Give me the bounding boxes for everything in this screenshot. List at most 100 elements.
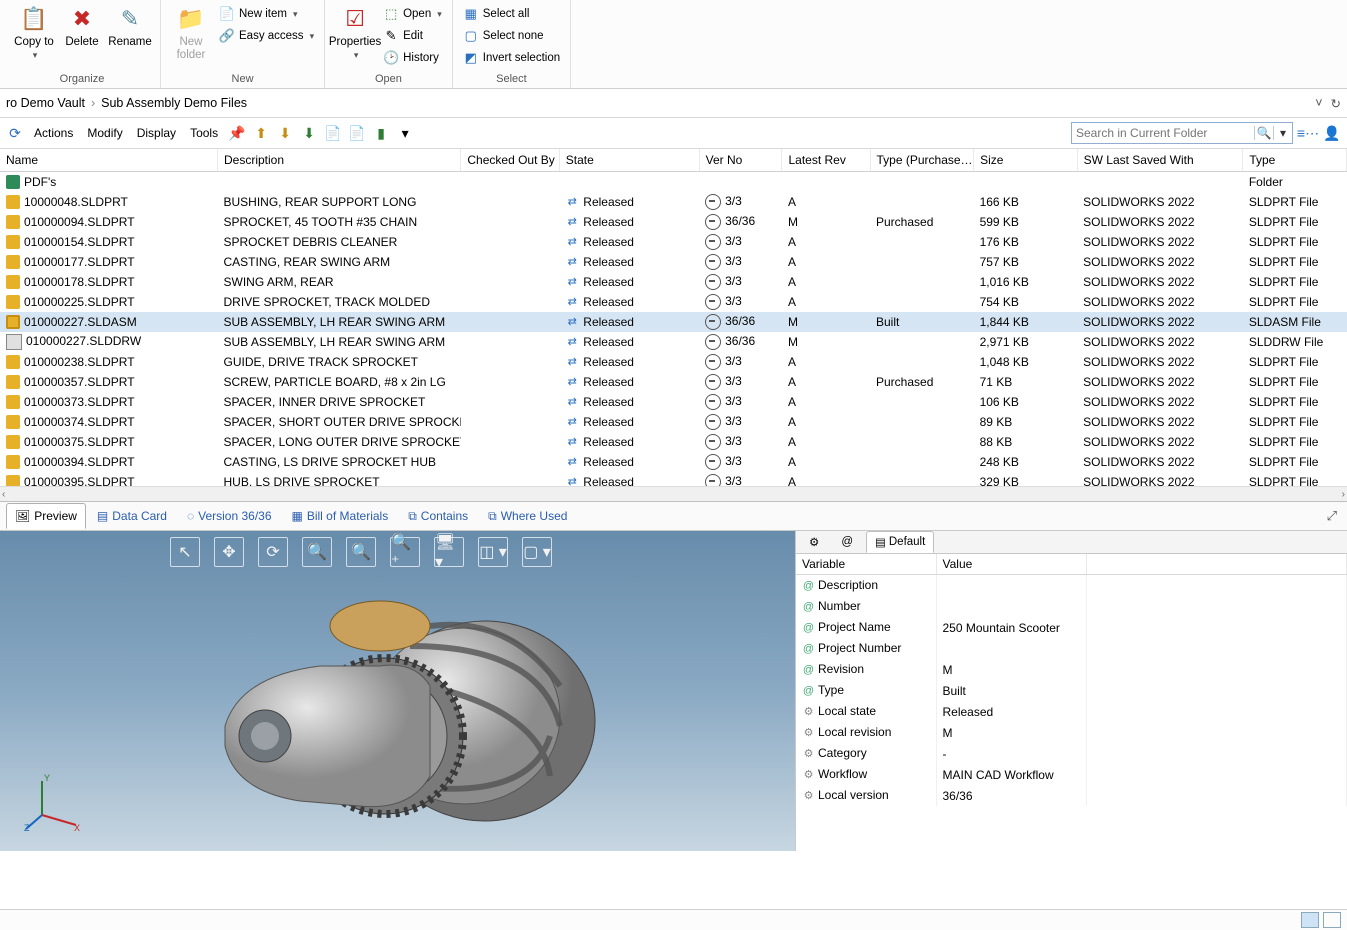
table-row[interactable]: 010000374.SLDPRTSPACER, SHORT OUTER DRIV… [0,412,1347,432]
preview-pane[interactable]: ↖ ✥ ⟳ 🔍 🔍 🔍⁺ 🖥 ▾ ◫ ▾ ▢ ▾ [0,531,796,851]
copy-to-button[interactable]: 📋 Copy to ▾ [10,2,58,62]
table-row[interactable]: 010000154.SLDPRTSPROCKET DEBRIS CLEANER⇄… [0,232,1347,252]
zoom-icon[interactable]: 🔍 [302,537,332,567]
crumb-0[interactable]: ro Demo Vault [6,96,85,110]
prop-col-value[interactable]: Value [936,554,1086,575]
table-row[interactable]: 010000394.SLDPRTCASTING, LS DRIVE SPROCK… [0,452,1347,472]
section-icon[interactable]: ◫ ▾ [478,537,508,567]
tab-whereused[interactable]: ⧉ Where Used [479,503,576,529]
prop-col-variable[interactable]: Variable [796,554,936,575]
new-item-button[interactable]: 📄 New item▾ [215,4,318,24]
col-type1[interactable]: Type (Purchase… [870,149,974,172]
tab-preview[interactable]: 🖼 Preview [6,503,86,529]
select-none-button[interactable]: ▢ Select none [459,26,564,46]
table-row[interactable]: 010000094.SLDPRTSPROCKET, 45 TOOTH #35 C… [0,212,1347,232]
property-row[interactable]: @Number [796,596,1347,617]
open-button[interactable]: ⬚ Open▾ [379,4,446,24]
view-list-icon[interactable] [1301,912,1319,928]
refresh-icon[interactable]: ↻ [1331,96,1341,111]
delete-button[interactable]: ✖ Delete [58,2,106,49]
box-icon[interactable]: ▢ ▾ [522,537,552,567]
select-all-button[interactable]: ▦ Select all [459,4,564,24]
col-state[interactable]: State [559,149,699,172]
col-name[interactable]: Name [0,149,218,172]
table-row[interactable]: 010000238.SLDPRTGUIDE, DRIVE TRACK SPROC… [0,352,1347,372]
property-row[interactable]: ⚙Local stateReleased [796,701,1347,722]
property-row[interactable]: ⚙Local version36/36 [796,785,1347,806]
horizontal-scrollbar[interactable]: ‹› [0,486,1347,501]
display-mode-icon[interactable]: 🖥 ▾ [434,537,464,567]
cursor-icon[interactable]: ↖ [170,537,200,567]
new-folder-button[interactable]: 📁 New folder [167,2,215,62]
book-icon[interactable]: ▮ [372,124,390,142]
search-icon[interactable]: 🔍 [1254,126,1273,140]
view-details-icon[interactable] [1323,912,1341,928]
side-tab-at-icon[interactable]: @ [832,531,862,553]
table-row[interactable]: 10000048.SLDPRTBUSHING, REAR SUPPORT LON… [0,192,1347,212]
tab-contains[interactable]: ⧉ Contains [399,503,477,529]
expand-icon[interactable]: ⤢ [1323,508,1341,524]
table-row[interactable]: 010000373.SLDPRTSPACER, INNER DRIVE SPRO… [0,392,1347,412]
checkin-icon[interactable]: ⬇ [276,124,294,142]
crumb-1[interactable]: Sub Assembly Demo Files [101,96,247,110]
user-icon[interactable]: 👤 [1323,124,1341,142]
col-checkedout[interactable]: Checked Out By [461,149,559,172]
property-row[interactable]: @Project Name250 Mountain Scooter [796,617,1347,638]
get-latest-icon[interactable]: ⬇ [300,124,318,142]
property-row[interactable]: @TypeBuilt [796,680,1347,701]
doc-icon-2[interactable]: 📄 [348,124,366,142]
property-row[interactable]: @RevisionM [796,659,1347,680]
tab-datacard[interactable]: ▤ Data Card [88,503,176,529]
open-icon: ⬚ [383,6,399,22]
properties-button[interactable]: ☑ Properties ▾ [331,2,379,62]
col-verno[interactable]: Ver No [699,149,782,172]
pan-icon[interactable]: ✥ [214,537,244,567]
chevron-down-icon[interactable]: ˅ [1315,96,1322,110]
tab-version[interactable]: ◌ Version 36/36 [178,503,281,529]
workflow-icon: ⇄ [565,435,579,449]
col-description[interactable]: Description [218,149,461,172]
actions-menu[interactable]: Actions [30,122,77,144]
table-row[interactable]: 010000177.SLDPRTCASTING, REAR SWING ARM⇄… [0,252,1347,272]
history-button[interactable]: 🕑 History [379,48,446,68]
invert-selection-button[interactable]: ◩ Invert selection [459,48,564,68]
refresh-icon[interactable]: ⟳ [6,124,24,142]
display-menu[interactable]: Display [133,122,180,144]
property-row[interactable]: @Description [796,575,1347,597]
modify-menu[interactable]: Modify [83,122,126,144]
side-tab-config-icon[interactable]: ⚙ [800,531,828,553]
doc-icon-1[interactable]: 📄 [324,124,342,142]
easy-access-button[interactable]: 🔗 Easy access▾ [215,26,318,46]
col-swsaved[interactable]: SW Last Saved With [1077,149,1243,172]
search-dropdown-icon[interactable]: ▾ [1273,126,1292,140]
pin-icon[interactable]: 📌 [228,124,246,142]
search-input[interactable]: 🔍 ▾ [1071,122,1293,144]
table-row[interactable]: 010000357.SLDPRTSCREW, PARTICLE BOARD, #… [0,372,1347,392]
table-row[interactable]: 010000225.SLDPRTDRIVE SPROCKET, TRACK MO… [0,292,1347,312]
breadcrumb[interactable]: ro Demo Vault › Sub Assembly Demo Files … [0,89,1347,118]
table-row[interactable]: 010000178.SLDPRTSWING ARM, REAR⇄Released… [0,272,1347,292]
filter-icon[interactable]: ≡⋯ [1299,124,1317,142]
rename-button[interactable]: ✎ Rename [106,2,154,49]
property-row[interactable]: ⚙Category- [796,743,1347,764]
table-row[interactable]: 010000227.SLDDRWSUB ASSEMBLY, LH REAR SW… [0,332,1347,352]
table-row[interactable]: 010000227.SLDASMSUB ASSEMBLY, LH REAR SW… [0,312,1347,332]
zoomfit-icon[interactable]: 🔍 [346,537,376,567]
zoomwin-icon[interactable]: 🔍⁺ [390,537,420,567]
checkout-icon[interactable]: ⬆ [252,124,270,142]
col-type2[interactable]: Type [1243,149,1347,172]
edit-button[interactable]: ✎ Edit [379,26,446,46]
col-size[interactable]: Size [974,149,1078,172]
side-tab-default[interactable]: ▤ Default [866,531,934,553]
property-row[interactable]: ⚙Local revisionM [796,722,1347,743]
property-row[interactable]: ⚙WorkflowMAIN CAD Workflow [796,764,1347,785]
table-row[interactable]: 010000375.SLDPRTSPACER, LONG OUTER DRIVE… [0,432,1347,452]
rotate-icon[interactable]: ⟳ [258,537,288,567]
more-icon[interactable]: ▾ [396,124,414,142]
ribbon-group-select: Select [496,73,527,88]
tools-menu[interactable]: Tools [186,122,222,144]
table-row[interactable]: PDF'sFolder [0,172,1347,193]
col-latestrev[interactable]: Latest Rev [782,149,870,172]
property-row[interactable]: @Project Number [796,638,1347,659]
tab-bom[interactable]: ▦ Bill of Materials [283,503,398,529]
